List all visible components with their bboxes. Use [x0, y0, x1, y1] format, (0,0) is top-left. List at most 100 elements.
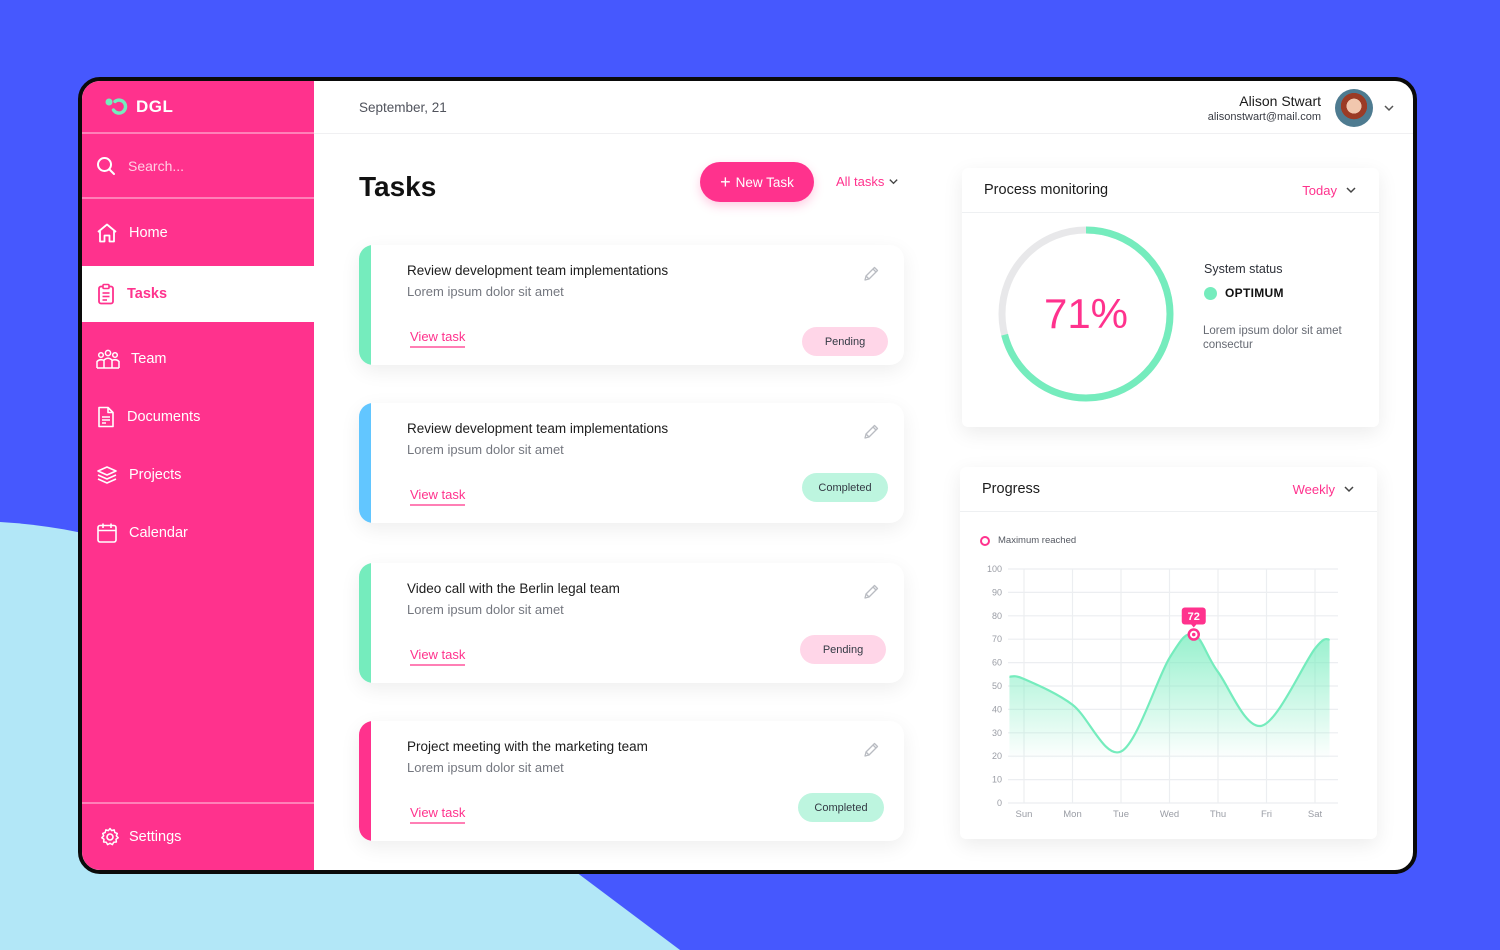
task-title: Project meeting with the marketing team: [407, 739, 648, 754]
plus-icon: +: [720, 172, 731, 192]
tasks-header: Tasks + New Task All tasks: [359, 162, 904, 209]
page-title: Tasks: [359, 171, 437, 202]
status-text: OPTIMUM: [1225, 286, 1284, 300]
calendar-icon: [97, 523, 117, 543]
sidebar-item-label: Team: [131, 351, 167, 367]
chevron-down-icon[interactable]: [1383, 102, 1395, 114]
task-card: Review development team implementations L…: [359, 245, 904, 365]
annotation-pointer: [1190, 624, 1197, 628]
x-tick-label: Sun: [1016, 809, 1033, 820]
search-input[interactable]: [128, 157, 298, 174]
sidebar-item-label: Home: [129, 224, 168, 241]
top-bar: September, 21 Alison Stwart alisonstwart…: [314, 81, 1413, 134]
y-tick-label: 30: [992, 728, 1002, 738]
card-accent: [359, 721, 371, 841]
sidebar-item-label: Tasks: [127, 286, 168, 302]
y-tick-label: 50: [992, 681, 1002, 691]
filter-label: Today: [1302, 182, 1337, 198]
sidebar-item-projects[interactable]: Projects: [82, 438, 314, 511]
home-icon: [97, 223, 117, 242]
brand[interactable]: DGL: [82, 81, 314, 134]
gear-icon: [101, 827, 119, 846]
task-card: Project meeting with the marketing team L…: [359, 721, 904, 841]
all-tasks-dropdown[interactable]: All tasks: [836, 174, 899, 189]
search-icon: [97, 156, 115, 175]
task-subtitle: Lorem ipsum dolor sit amet: [407, 442, 564, 457]
y-tick-label: 70: [992, 634, 1002, 644]
card-accent: [359, 403, 371, 523]
sidebar-item-documents[interactable]: Documents: [82, 396, 314, 438]
sidebar-item-label: Documents: [127, 409, 201, 425]
pencil-icon[interactable]: [862, 741, 880, 759]
task-title: Review development team implementations: [407, 263, 669, 278]
progress-panel: Progress Weekly Maximum reached 0 10 20 30 4…: [960, 467, 1377, 839]
sidebar-item-home[interactable]: Home: [82, 199, 314, 266]
settings-button[interactable]: Settings: [82, 802, 314, 870]
task-subtitle: Lorem ipsum dolor sit amet: [407, 602, 564, 617]
sidebar-item-tasks[interactable]: Tasks: [82, 266, 314, 322]
panel-title: Process monitoring: [984, 182, 1109, 198]
x-tick-label: Tue: [1113, 809, 1129, 820]
view-task-link[interactable]: View task: [410, 805, 466, 824]
y-tick-label: 10: [992, 775, 1002, 785]
x-tick-label: Sat: [1308, 809, 1323, 820]
y-tick-label: 40: [992, 704, 1002, 714]
annotation-label: 72: [1188, 611, 1200, 623]
sidebar-item-label: Calendar: [129, 525, 188, 541]
avatar[interactable]: [1335, 89, 1373, 127]
task-subtitle: Lorem ipsum dolor sit amet: [407, 284, 564, 299]
view-task-link[interactable]: View task: [410, 329, 466, 348]
max-point-dot: [1191, 632, 1196, 637]
sidebar-item-team[interactable]: Team: [82, 322, 314, 396]
today-dropdown[interactable]: Today: [1302, 183, 1357, 198]
system-status-value: OPTIMUM: [1204, 286, 1284, 300]
sidebar-item-label: Projects: [129, 466, 182, 483]
task-card: Video call with the Berlin legal team Lor…: [359, 563, 904, 683]
y-tick-label: 90: [992, 587, 1002, 597]
clipboard-icon: [98, 283, 114, 305]
document-icon: [98, 406, 114, 428]
x-tick-label: Fri: [1261, 809, 1272, 820]
task-card: Review development team implementations L…: [359, 403, 904, 523]
status-description: Lorem ipsum dolor sit amet consectur: [1203, 325, 1342, 351]
settings-label: Settings: [129, 829, 182, 845]
x-tick-label: Mon: [1063, 809, 1081, 820]
y-tick-label: 20: [992, 751, 1002, 761]
card-accent: [359, 563, 371, 683]
card-accent: [359, 245, 371, 365]
task-title: Video call with the Berlin legal team: [407, 581, 620, 596]
new-task-label: New Task: [735, 174, 794, 190]
user-name: Alison Stwart: [1239, 93, 1321, 109]
view-task-link[interactable]: View task: [410, 647, 466, 666]
status-dot-icon: [1204, 286, 1217, 300]
process-monitoring-panel: Process monitoring Today 71% System stat…: [962, 168, 1379, 427]
all-tasks-label: All tasks: [836, 174, 885, 189]
sidebar-item-calendar[interactable]: Calendar: [82, 511, 314, 555]
y-tick-label: 0: [997, 798, 1002, 808]
new-task-button[interactable]: + New Task: [700, 162, 814, 202]
percent-label: 71%: [1044, 290, 1128, 337]
progress-ring: 71%: [998, 226, 1174, 402]
task-title: Review development team implementations: [407, 421, 669, 436]
chevron-down-icon: [889, 179, 899, 185]
pencil-icon[interactable]: [862, 265, 880, 283]
chevron-down-icon: [1346, 187, 1356, 194]
brand-name: DGL: [136, 96, 174, 116]
pencil-icon[interactable]: [862, 423, 880, 441]
logo-icon: [105, 97, 128, 115]
status-badge: Pending: [802, 327, 888, 356]
view-task-link[interactable]: View task: [410, 487, 466, 506]
y-tick-label: 60: [992, 658, 1002, 668]
x-tick-label: Wed: [1160, 809, 1179, 820]
pencil-icon[interactable]: [862, 583, 880, 601]
sidebar: DGL Home Tasks Team Documents Projects: [82, 81, 314, 870]
layers-icon: [97, 465, 117, 484]
main-content: September, 21 Alison Stwart alisonstwart…: [314, 81, 1413, 870]
user-menu[interactable]: Alison Stwart alisonstwart@mail.com: [1208, 89, 1395, 127]
progress-chart: 0 10 20 30 40 50 60 70 80 90 100 Sun Mon Tue Wed Thu Fri…: [987, 564, 1338, 820]
system-status-label: System status: [1204, 262, 1283, 276]
y-tick-label: 100: [987, 564, 1002, 574]
task-subtitle: Lorem ipsum dolor sit amet: [407, 760, 564, 775]
y-tick-label: 80: [992, 611, 1002, 621]
current-date: September, 21: [359, 99, 447, 115]
